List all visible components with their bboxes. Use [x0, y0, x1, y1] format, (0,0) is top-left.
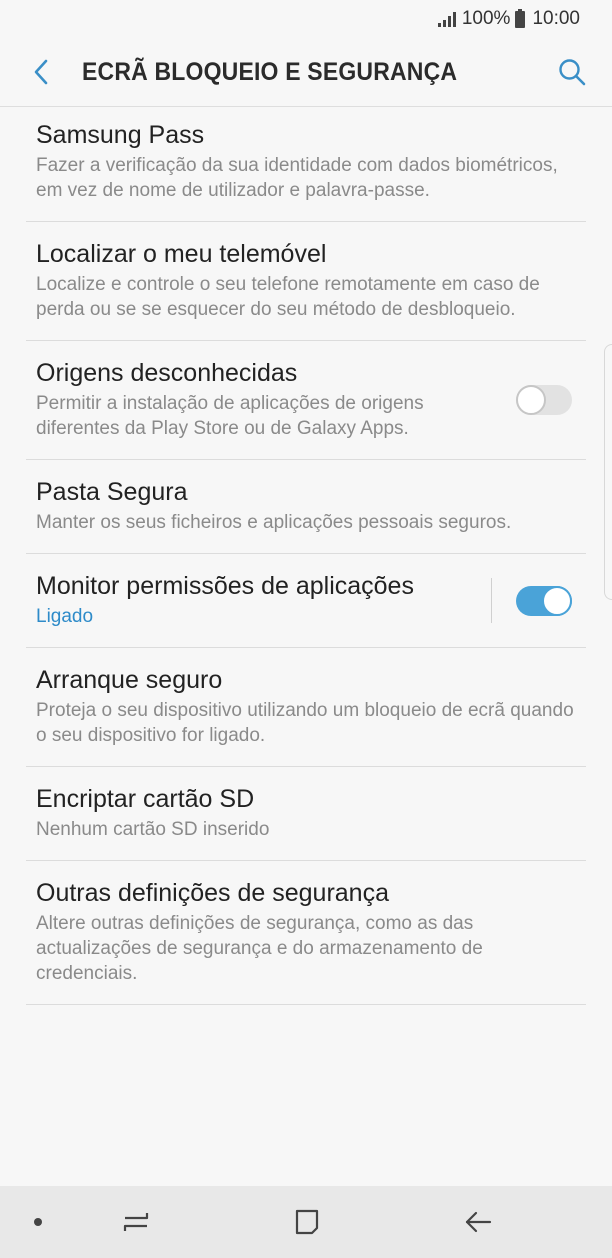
setting-title: Arranque seguro	[36, 666, 223, 694]
recents-icon	[123, 1213, 149, 1231]
setting-title: Monitor permissões de aplicações	[36, 572, 414, 600]
clock: 10:00	[532, 8, 580, 29]
setting-other-security[interactable]: Outras definições de segurança Altere ou…	[26, 861, 586, 1005]
setting-title: Encriptar cartão SD	[36, 785, 255, 813]
keyboard-dot-icon[interactable]	[34, 1218, 42, 1226]
setting-summary: Manter os seus ficheiros e aplicações pe…	[36, 512, 512, 533]
app-header: ECRÃ BLOQUEIO E SEGURANÇA	[0, 38, 612, 107]
setting-summary: Altere outras definições de segurança, c…	[36, 913, 483, 984]
setting-summary: Permitir a instalação de aplicações de o…	[36, 393, 424, 439]
setting-title: Outras definições de segurança	[36, 879, 389, 907]
signal-icon	[437, 11, 456, 27]
toggle-knob	[516, 385, 546, 415]
home-icon	[295, 1209, 319, 1235]
chevron-left-icon	[34, 59, 48, 85]
setting-secure-folder[interactable]: Pasta Segura Manter os seus ficheiros e …	[26, 460, 586, 554]
search-icon	[559, 59, 586, 86]
setting-status: Ligado	[36, 606, 94, 627]
back-button[interactable]	[0, 38, 82, 106]
back-arrow-icon	[465, 1211, 492, 1233]
nav-back-button[interactable]	[456, 1202, 500, 1242]
setting-title: Localizar o meu telemóvel	[36, 240, 327, 268]
setting-summary: Proteja o seu dispositivo utilizando um …	[36, 700, 574, 746]
setting-title: Pasta Segura	[36, 478, 188, 506]
battery-percent: 100%	[461, 8, 511, 29]
battery-icon	[515, 8, 526, 28]
home-button[interactable]	[285, 1202, 329, 1242]
unknown-sources-toggle[interactable]	[516, 385, 572, 415]
setting-summary: Nenhum cartão SD inserido	[36, 819, 270, 840]
setting-summary: Fazer a verificação da sua identidade co…	[36, 155, 558, 201]
recents-button[interactable]	[114, 1202, 158, 1242]
setting-title: Origens desconhecidas	[36, 359, 298, 387]
setting-samsung-pass[interactable]: Samsung Pass Fazer a verificação da sua …	[26, 107, 586, 222]
setting-summary: Localize e controle o seu telefone remot…	[36, 274, 540, 320]
status-bar: 100% 10:00	[0, 0, 612, 38]
setting-unknown-sources[interactable]: Origens desconhecidas Permitir a instala…	[26, 341, 586, 460]
navigation-bar	[0, 1186, 612, 1258]
setting-secure-startup[interactable]: Arranque seguro Proteja o seu dispositiv…	[26, 648, 586, 767]
edge-panel-handle[interactable]	[604, 344, 612, 600]
settings-list: Samsung Pass Fazer a verificação da sua …	[0, 107, 612, 1005]
divider	[491, 578, 492, 623]
setting-encrypt-sd-card[interactable]: Encriptar cartão SD Nenhum cartão SD ins…	[26, 767, 586, 861]
app-permission-monitor-toggle[interactable]	[516, 585, 572, 616]
setting-find-my-mobile[interactable]: Localizar o meu telemóvel Localize e con…	[26, 222, 586, 341]
setting-title: Samsung Pass	[36, 121, 205, 149]
search-button[interactable]	[532, 38, 612, 106]
toggle-knob	[542, 585, 572, 616]
page-title: ECRÃ BLOQUEIO E SEGURANÇA	[82, 57, 458, 86]
setting-app-permission-monitor[interactable]: Monitor permissões de aplicações Ligado	[26, 554, 586, 648]
